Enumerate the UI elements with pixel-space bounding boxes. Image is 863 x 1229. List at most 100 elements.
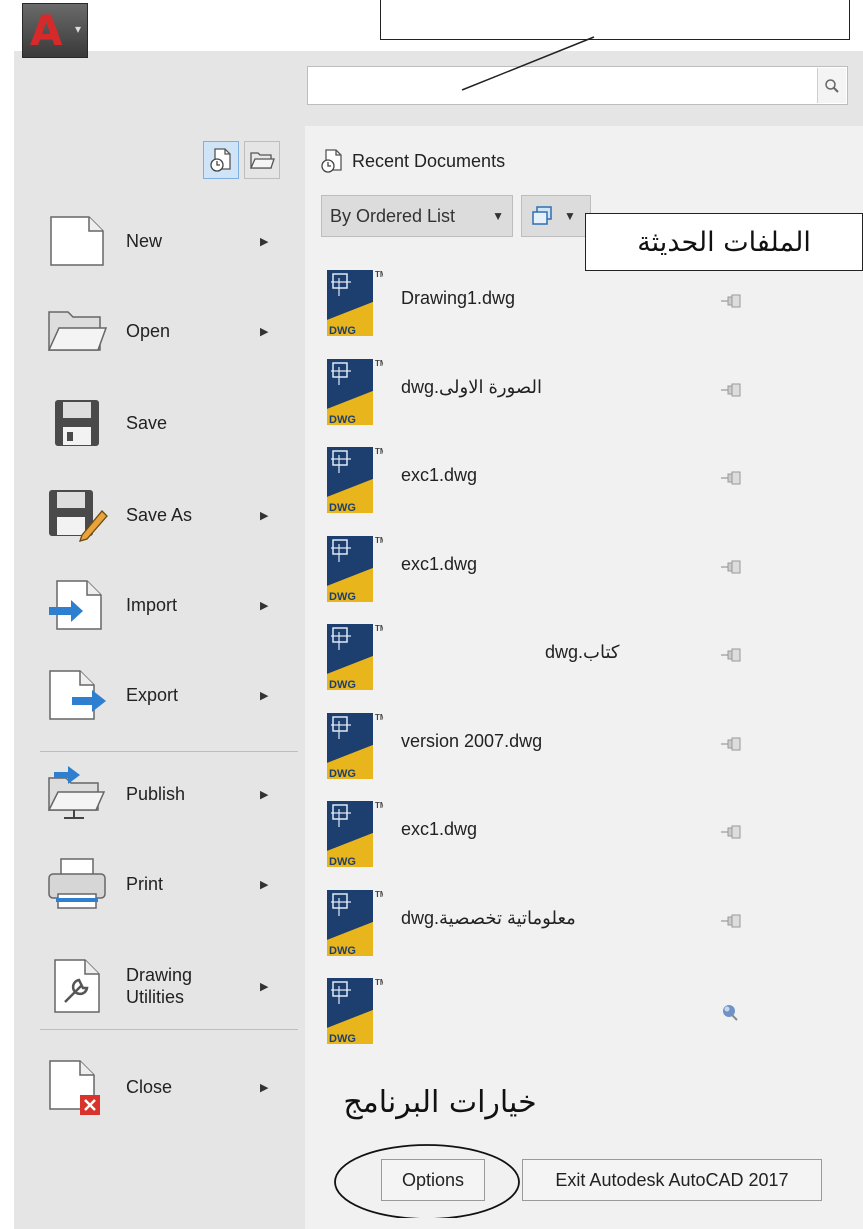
menu-item-open[interactable]: Open ▶	[40, 294, 298, 368]
folder-icon	[249, 152, 275, 169]
sort-order-dropdown[interactable]: By Ordered List ▼	[321, 195, 513, 237]
svg-text:DWG: DWG	[329, 679, 356, 691]
recent-file-item[interactable]: TM DWG Drawing1.dwg	[325, 264, 845, 344]
save-as-icon	[40, 480, 114, 550]
menu-item-save[interactable]: Save	[40, 386, 298, 460]
svg-text:TM: TM	[375, 713, 383, 722]
exit-autocad-button[interactable]: Exit Autodesk AutoCAD 2017	[522, 1159, 822, 1201]
recent-documents-icon	[321, 149, 342, 173]
sort-order-value: By Ordered List	[330, 205, 456, 226]
submenu-arrow-icon: ▶	[260, 599, 269, 612]
open-documents-toggle[interactable]	[244, 141, 280, 179]
search-box	[307, 66, 848, 105]
menu-item-new[interactable]: New ▶	[40, 204, 298, 278]
recent-file-name: Drawing1.dwg	[401, 288, 516, 308]
options-button[interactable]: Options	[381, 1159, 485, 1201]
floppy-disk-icon	[40, 388, 114, 458]
menu-item-publish[interactable]: Publish ▶	[40, 757, 298, 831]
submenu-arrow-icon: ▶	[260, 980, 269, 993]
pin-icon[interactable]	[720, 737, 742, 756]
dwg-file-icon: TM DWG	[325, 711, 387, 783]
svg-text:TM: TM	[375, 447, 383, 456]
recent-file-name: معلوماتية تخصصية.dwg	[401, 907, 576, 928]
svg-text:TM: TM	[375, 890, 383, 899]
recent-documents-icon	[210, 148, 231, 172]
pin-icon[interactable]	[720, 825, 742, 844]
recent-file-name: exc1.dwg	[401, 819, 478, 839]
svg-text:TM: TM	[375, 270, 383, 279]
svg-text:DWG: DWG	[329, 591, 356, 603]
recent-file-item[interactable]: TM DWG معلوماتية تخصصية.dwg	[325, 884, 845, 964]
recent-file-name: version 2007.dwg	[401, 730, 543, 751]
options-caption: خيارات البرنامج	[343, 1085, 537, 1120]
menu-item-import[interactable]: Import ▶	[40, 568, 298, 642]
menu-separator	[40, 1029, 298, 1030]
recent-file-item[interactable]: TM DWG كتاب.dwg	[325, 618, 845, 698]
pin-icon[interactable]	[720, 383, 742, 402]
recent-documents-toggle[interactable]	[203, 141, 239, 179]
menu-item-label: Import	[126, 595, 178, 615]
pinned-icon[interactable]	[720, 1002, 740, 1027]
wrench-icon	[40, 951, 114, 1021]
menu-item-export[interactable]: Export ▶	[40, 658, 298, 732]
recent-documents-title: Recent Documents	[352, 150, 506, 171]
search-input[interactable]	[308, 67, 824, 103]
recent-file-name: exc1.dwg	[401, 553, 478, 574]
menu-item-label: Export	[126, 685, 179, 705]
recent-documents-header: Recent Documents	[320, 148, 505, 174]
recent-files-callout: الملفات الحديثة	[585, 213, 863, 271]
svg-text:TM: TM	[375, 359, 383, 368]
menu-item-label: Publish	[126, 784, 186, 804]
svg-text:DWG: DWG	[329, 945, 356, 957]
menu-item-label: Close	[126, 1077, 173, 1097]
recent-file-item[interactable]: TM DWG exc1.dwg	[325, 441, 845, 521]
recent-file-item[interactable]: TM DWG الصورة الاولى.dwg	[325, 353, 845, 433]
submenu-arrow-icon: ▶	[260, 325, 269, 338]
svg-text:DWG: DWG	[329, 414, 356, 426]
icon-size-icon	[532, 206, 552, 225]
recent-file-item[interactable]: TM DWG version 2007.dwg	[325, 707, 845, 787]
svg-text:DWG: DWG	[329, 856, 356, 868]
submenu-arrow-icon: ▶	[260, 689, 269, 702]
submenu-arrow-icon: ▶	[260, 235, 269, 248]
import-icon	[40, 570, 114, 640]
menu-item-save-as[interactable]: Save As ▶	[40, 478, 298, 552]
submenu-arrow-icon: ▶	[260, 1081, 269, 1094]
search-button[interactable]	[817, 68, 846, 103]
menu-item-label: Save As	[126, 505, 193, 525]
recent-file-item[interactable]: TM DWG exc1.dwg	[325, 795, 845, 875]
submenu-arrow-icon: ▶	[260, 788, 269, 801]
icon-size-dropdown[interactable]: ▼	[521, 195, 591, 237]
recent-file-item[interactable]: TM DWG exc1.dwg	[325, 530, 845, 610]
dwg-file-icon: TM DWG	[325, 357, 387, 429]
search-icon	[825, 78, 839, 93]
svg-text:DWG: DWG	[329, 325, 356, 337]
pin-icon[interactable]	[720, 471, 742, 490]
top-callout-box	[380, 0, 850, 40]
svg-text:TM: TM	[375, 801, 383, 810]
pin-icon[interactable]	[720, 648, 742, 667]
menu-item-close[interactable]: Close ▶	[40, 1050, 298, 1124]
menu-item-label: Open	[126, 321, 171, 341]
svg-text:DWG: DWG	[329, 502, 356, 514]
submenu-arrow-icon: ▶	[260, 509, 269, 522]
chevron-down-icon: ▼	[564, 209, 576, 223]
pin-icon[interactable]	[720, 560, 742, 579]
menu-item-print[interactable]: Print ▶	[40, 847, 298, 921]
svg-text:DWG: DWG	[329, 768, 356, 780]
dwg-file-icon: TM DWG	[325, 534, 387, 606]
dwg-file-icon: TM DWG	[325, 445, 387, 517]
svg-text:TM: TM	[375, 978, 383, 987]
menu-item-drawing-utilities[interactable]: Drawing Utilities ▶	[40, 949, 298, 1023]
recent-file-name: الصورة الاولى.dwg	[401, 376, 542, 397]
pin-icon[interactable]	[720, 914, 742, 933]
publish-icon	[40, 759, 114, 829]
menu-item-label: Save	[126, 413, 168, 433]
dwg-file-icon: TM DWG	[325, 799, 387, 871]
pin-icon[interactable]	[720, 294, 742, 313]
recent-file-item[interactable]: TM DWG	[325, 972, 845, 1052]
menu-item-label: Print	[126, 874, 164, 894]
application-button[interactable]: A ▾	[22, 3, 88, 58]
menu-separator	[40, 751, 298, 752]
new-document-icon	[40, 206, 114, 276]
